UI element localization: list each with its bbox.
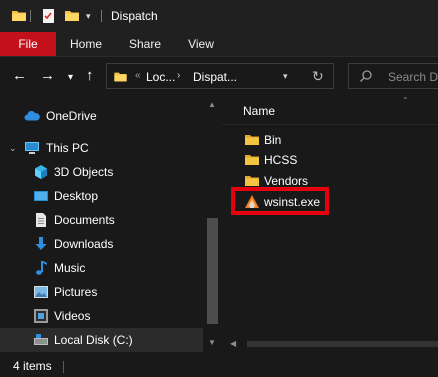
- search-placeholder: Search Di: [388, 70, 438, 84]
- title-divider: [101, 10, 102, 22]
- nav-item-downloads[interactable]: Downloads: [0, 232, 203, 256]
- ribbon-tabs: File Home Share View: [0, 32, 438, 56]
- folder-icon: [113, 70, 128, 87]
- file-row[interactable]: HCSS: [222, 149, 438, 171]
- nav-item-label: Music: [54, 261, 86, 275]
- highlight-annotation-box: [231, 187, 329, 215]
- nav-item-label: 3D Objects: [54, 165, 114, 179]
- item-count: 4 items: [13, 359, 52, 373]
- nav-item-label: Downloads: [54, 237, 114, 251]
- desktop-icon: [33, 188, 49, 204]
- file-list-pane: ⌃ Name Bin HCSS Vendors wsinst.exe: [222, 96, 438, 352]
- new-folder-icon[interactable]: [64, 8, 80, 27]
- overflow-chevron-icon[interactable]: «: [135, 70, 141, 81]
- nav-item-label: Local Disk (C:): [54, 333, 133, 347]
- nav-item-3d-objects[interactable]: 3D Objects: [0, 160, 203, 184]
- nav-item-local-disk[interactable]: Local Disk (C:): [0, 328, 203, 352]
- toolbar-divider: [30, 10, 31, 22]
- nav-item-videos[interactable]: Videos: [0, 304, 203, 328]
- header-divider: [222, 124, 438, 125]
- search-icon: [359, 69, 373, 86]
- nav-item-label: Desktop: [54, 189, 99, 203]
- nav-item-onedrive[interactable]: OneDrive: [0, 104, 203, 128]
- search-box[interactable]: Search Di: [348, 63, 438, 89]
- cloud-icon: [24, 108, 40, 124]
- title-bar: ▾ Dispatch: [0, 0, 438, 32]
- folder-icon[interactable]: [11, 8, 27, 27]
- nav-item-label: Documents: [54, 213, 115, 227]
- file-row[interactable]: Bin: [222, 129, 438, 151]
- cube-icon: [33, 164, 49, 180]
- nav-item-label: This PC: [46, 141, 89, 155]
- film-icon: [33, 308, 49, 324]
- status-bar: 4 items: [0, 352, 438, 377]
- scroll-left-icon[interactable]: ◀: [230, 339, 236, 348]
- tab-view[interactable]: View: [180, 32, 222, 56]
- drive-icon: [33, 332, 49, 348]
- navigation-scrollbar[interactable]: ▲ ▼: [203, 96, 222, 352]
- file-name: Bin: [264, 133, 282, 147]
- file-name: Vendors: [264, 174, 309, 188]
- picture-icon: [33, 284, 49, 300]
- window-title: Dispatch: [111, 9, 158, 23]
- navigation-pane: OneDrive ⌄ This PC 3D Objects Desktop Do…: [0, 96, 222, 352]
- scroll-down-icon[interactable]: ▼: [208, 338, 216, 347]
- recent-locations-chevron-icon[interactable]: ▾: [68, 70, 73, 86]
- computer-icon: [24, 140, 40, 156]
- breadcrumb-separator-icon[interactable]: ›: [177, 70, 180, 81]
- tab-home[interactable]: Home: [62, 32, 110, 56]
- breadcrumb-local-disk[interactable]: Loc...: [146, 70, 175, 84]
- file-name: HCSS: [264, 153, 298, 167]
- column-header-name[interactable]: Name: [243, 104, 275, 118]
- nav-item-this-pc[interactable]: ⌄ This PC: [0, 136, 203, 160]
- tab-file[interactable]: File: [0, 32, 56, 56]
- customize-toolbar-dropdown-icon[interactable]: ▾: [86, 11, 91, 22]
- download-arrow-icon: [33, 236, 49, 252]
- document-icon: [33, 212, 49, 228]
- scroll-up-icon[interactable]: ▲: [208, 100, 216, 109]
- back-arrow-icon[interactable]: ←: [12, 68, 27, 84]
- nav-item-music[interactable]: Music: [0, 256, 203, 280]
- address-row: ← → ▾ ↑ « Loc... › Dispat... ▾ ↻ Search …: [0, 56, 438, 96]
- chevron-down-icon[interactable]: ⌄: [9, 143, 17, 154]
- content-scrollbar[interactable]: ◀: [222, 336, 438, 352]
- nav-item-desktop[interactable]: Desktop: [0, 184, 203, 208]
- up-arrow-icon[interactable]: ↑: [86, 68, 94, 84]
- nav-item-label: OneDrive: [46, 109, 97, 123]
- scrollbar-thumb[interactable]: [247, 341, 438, 347]
- sort-up-icon: ⌃: [402, 96, 409, 105]
- address-dropdown-icon[interactable]: ▾: [283, 71, 288, 82]
- forward-arrow-icon[interactable]: →: [40, 68, 55, 84]
- nav-item-label: Pictures: [54, 285, 98, 299]
- breadcrumb-dispatch[interactable]: Dispat...: [193, 70, 237, 84]
- nav-item-pictures[interactable]: Pictures: [0, 280, 203, 304]
- status-divider: [63, 361, 64, 373]
- nav-item-label: Videos: [54, 309, 91, 323]
- music-note-icon: [33, 260, 49, 276]
- refresh-icon[interactable]: ↻: [312, 68, 324, 85]
- nav-item-documents[interactable]: Documents: [0, 208, 203, 232]
- tab-share[interactable]: Share: [122, 32, 168, 56]
- properties-icon[interactable]: [41, 8, 57, 27]
- folder-icon: [244, 132, 260, 148]
- address-bar[interactable]: « Loc... › Dispat... ▾ ↻: [106, 63, 334, 89]
- folder-icon: [244, 152, 260, 168]
- scrollbar-thumb[interactable]: [207, 218, 218, 324]
